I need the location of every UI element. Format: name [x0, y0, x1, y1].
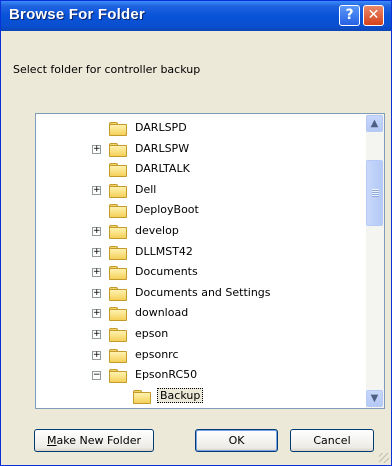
folder-icon: [109, 183, 127, 198]
tree-item-label: Documents: [135, 265, 198, 279]
tree-item[interactable]: DARLTALK: [92, 160, 332, 180]
close-icon: ✕: [367, 7, 380, 23]
resize-grip-icon[interactable]: [379, 453, 389, 463]
mnemonic-char: M: [47, 434, 57, 447]
tree-item-label: DARLSPW: [135, 141, 190, 155]
collapse-icon[interactable]: −: [92, 371, 101, 381]
folder-icon: [109, 266, 127, 281]
folder-icon: [109, 348, 127, 363]
tree-item[interactable]: DeployBoot: [92, 201, 332, 221]
help-icon: ?: [345, 7, 354, 23]
tree-item-label: download: [135, 306, 189, 320]
scroll-thumb[interactable]: [366, 160, 383, 226]
tree-item[interactable]: + develop: [92, 222, 332, 242]
tree-item-label: DARLTALK: [135, 162, 190, 176]
folder-icon: [109, 245, 127, 260]
make-new-folder-button[interactable]: Make New Folder: [34, 429, 154, 452]
ok-button[interactable]: OK: [195, 429, 278, 452]
button-label: ake New Folder: [56, 434, 141, 447]
folder-icon: [109, 328, 127, 342]
expand-icon[interactable]: +: [92, 330, 101, 339]
folder-icon: [109, 122, 127, 136]
tree-item-label: DARLSPD: [135, 121, 187, 134]
browse-for-folder-dialog: Browse For Folder ? ✕ Select folder for …: [0, 0, 392, 466]
tree-item-label: DLLMST42: [135, 244, 193, 258]
close-button[interactable]: ✕: [363, 5, 384, 26]
folder-icon: [109, 204, 127, 219]
expand-icon[interactable]: +: [92, 185, 101, 195]
folder-icon: [109, 163, 127, 178]
folder-icon: [109, 225, 127, 239]
folder-icon: [109, 369, 127, 384]
tree-item-label: epson: [135, 327, 169, 340]
tree-item[interactable]: + download: [92, 304, 332, 324]
tree-item[interactable]: Backup: [116, 387, 356, 407]
vertical-scrollbar[interactable]: ▲ ▼: [366, 114, 384, 408]
tree-item[interactable]: + DARLSPW: [92, 140, 332, 160]
tree-item-label: Documents and Settings: [135, 285, 271, 299]
chevron-up-icon: ▲: [370, 118, 379, 129]
scroll-grip-icon: [372, 189, 379, 197]
expand-icon[interactable]: +: [92, 247, 101, 257]
tree-item-label: epsonrc: [135, 347, 179, 361]
folder-tree[interactable]: DARLSPD + DARLSPW DARLTALK + Dell DeployBoot + d…: [35, 113, 385, 409]
cancel-button[interactable]: Cancel: [290, 429, 374, 452]
open-folder-icon: [133, 389, 151, 404]
tree-item[interactable]: + Documents and Settings: [92, 284, 332, 304]
expand-icon[interactable]: +: [92, 350, 101, 360]
title-bar[interactable]: Browse For Folder ? ✕: [1, 1, 391, 31]
folder-icon: [109, 286, 127, 301]
chevron-down-icon: ▼: [370, 393, 379, 404]
scroll-down-button[interactable]: ▼: [366, 390, 383, 407]
tree-item-label: Dell: [135, 182, 157, 196]
expand-icon[interactable]: +: [92, 227, 101, 236]
scroll-up-button[interactable]: ▲: [366, 115, 383, 132]
tree-item[interactable]: + DLLMST42: [92, 243, 332, 263]
expand-icon[interactable]: +: [92, 144, 101, 154]
tree-item[interactable]: DARLSPD: [92, 119, 332, 139]
tree-item[interactable]: − EpsonRC50: [92, 366, 332, 386]
tree-item-label: DeployBoot: [135, 203, 199, 217]
tree-item-label: EpsonRC50: [135, 368, 198, 382]
folder-tree-viewport: DARLSPD + DARLSPW DARLTALK + Dell DeployBoot + d…: [36, 114, 366, 408]
expand-icon[interactable]: +: [92, 309, 101, 319]
tree-item-label: Backup: [157, 387, 204, 403]
expand-icon[interactable]: +: [92, 268, 101, 278]
tree-item[interactable]: + Documents: [92, 263, 332, 283]
folder-icon: [109, 307, 127, 322]
help-button[interactable]: ?: [339, 5, 360, 26]
dialog-prompt: Select folder for controller backup: [13, 63, 201, 76]
folder-icon: [109, 142, 127, 157]
tree-item[interactable]: + epson: [92, 325, 332, 345]
window-title: Browse For Folder: [9, 6, 145, 23]
tree-item-label: develop: [135, 224, 179, 237]
expand-icon[interactable]: +: [92, 288, 101, 298]
tree-item[interactable]: + epsonrc: [92, 346, 332, 366]
tree-item[interactable]: + Dell: [92, 181, 332, 201]
